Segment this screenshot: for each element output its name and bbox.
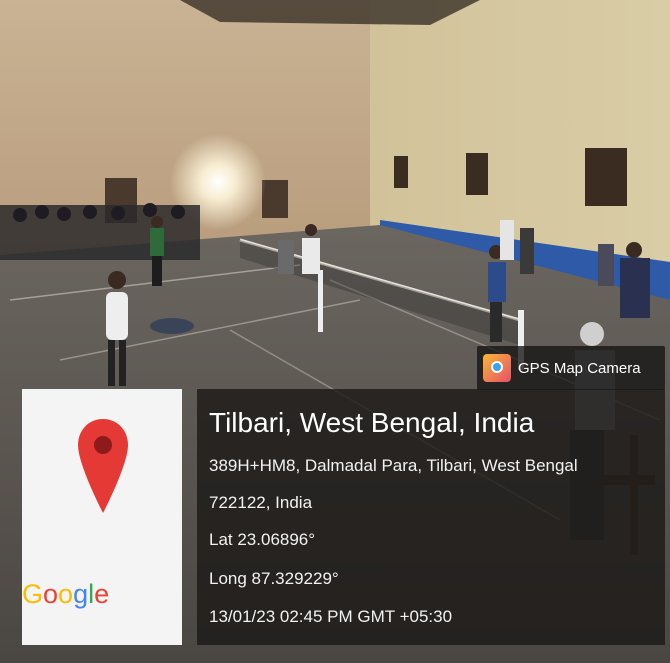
location-title: Tilbari, West Bengal, India	[209, 407, 535, 438]
photo-frame: GPS Map Camera Google Tilbari, West Beng…	[0, 0, 670, 663]
gps-map-camera-badge: GPS Map Camera	[477, 346, 665, 390]
camera-map-icon	[483, 354, 511, 382]
timestamp-text: 13/01/23 02:45 PM GMT +05:30	[209, 607, 453, 626]
latitude-text: Lat 23.06896°	[209, 530, 316, 549]
map-thumbnail: Google	[22, 389, 182, 645]
google-logo: Google	[22, 579, 110, 609]
longitude-text: Long 87.329229°	[209, 569, 339, 588]
address-line-1: 389H+HM8, Dalmadal Para, Tilbari, West B…	[209, 456, 578, 475]
address-line-2: 722122, India	[209, 493, 313, 512]
app-name-label: GPS Map Camera	[518, 359, 641, 377]
map-pin-icon	[78, 419, 128, 513]
location-info-panel: Tilbari, West Bengal, India 389H+HM8, Da…	[197, 389, 665, 645]
